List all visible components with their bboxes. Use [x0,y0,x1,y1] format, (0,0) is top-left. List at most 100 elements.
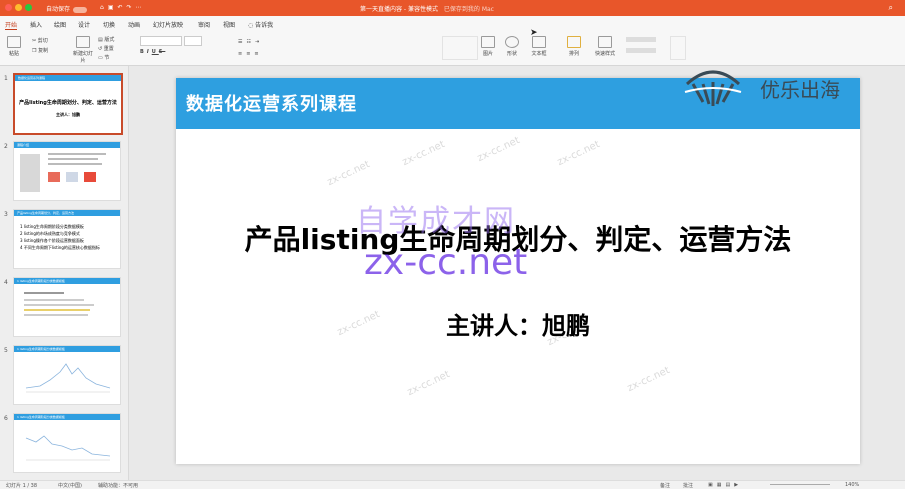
tab-animations[interactable]: 动画 [128,20,140,29]
thumbnail-text-line [24,314,88,316]
slide-thumbnail-3[interactable]: 产品listing生命周期划分、判定、运营方法 1 listing生命周期阶段分… [13,209,121,269]
thumbnail-text-line [24,292,64,294]
search-icon[interactable]: ⌕ [889,3,893,13]
layout-button[interactable]: ▤ 版式 [98,36,114,43]
normal-view-icon[interactable]: ▣ [708,482,717,488]
thumbnail-line-chart [25,363,111,393]
ribbon-toolbar: 粘贴 ✂ 剪切 ❐ 复制 新建幻灯片 ▤ 版式 ↺ 重置 ▭ 节 BIUS ☰☷… [0,31,905,66]
picture-icon [481,36,495,48]
shapes-icon [505,36,519,48]
shape-button[interactable]: 形状 [504,36,520,57]
slide-canvas[interactable]: 数据化运营系列课程 zx-cc.net zx-cc.net zx-cc.net … [176,78,860,464]
watermark-small: zx-cc.net [625,364,672,395]
new-slide-label: 新建幻灯片 [72,51,93,64]
redo-icon[interactable]: ↷ [127,4,136,11]
numbering-icon[interactable]: ☷ [246,39,254,45]
zoom-level[interactable]: 140% [845,482,859,488]
align-left-icon[interactable]: ≡ [238,51,246,57]
slide-thumbnail-5[interactable]: 1 listing生命周期阶段分类数据模板 [13,345,121,405]
view-buttons: ▣▦▤▶ [708,482,742,488]
picture-button[interactable]: 图片 [480,36,496,57]
quick-access-toolbar: ⌂▣↶↷⋯ [100,4,146,11]
thumbnail-text-line [48,163,102,165]
brand-logo-text: 优乐出海 [760,78,840,102]
watermark-small: zx-cc.net [475,134,522,165]
slide-speaker[interactable]: 主讲人：旭鹏 [176,306,860,341]
thumbnail-image [66,172,78,182]
home-icon[interactable]: ⌂ [100,4,108,11]
autosave-toggle[interactable] [73,6,88,13]
thumbnail-title: 产品listing生命周期划分、判定、运营方法 [19,100,117,106]
slideshow-view-icon[interactable]: ▶ [734,482,742,488]
shape-outline-button[interactable] [626,48,656,53]
section-button[interactable]: ▭ 节 [98,54,109,61]
watermark-url: zx-cc.net [364,242,528,283]
close-window-icon[interactable] [5,4,12,11]
slides-panel[interactable]: 1 数据化运营系列课程 产品listing生命周期划分、判定、运营方法 主讲人：… [0,66,129,480]
slide-number: 2 [4,143,8,150]
arrange-icon [567,36,581,48]
align-right-icon[interactable]: ≡ [254,51,262,57]
tab-view[interactable]: 视图 [223,20,235,29]
slide-thumbnail-1[interactable]: 数据化运营系列课程 产品listing生命周期划分、判定、运营方法 主讲人：旭鹏 [13,73,123,135]
bold-icon[interactable]: B [140,49,147,55]
document-title: 第一天直播内容 - 兼容性模式 已保存到我的 Mac [360,4,494,13]
textbox-label: 文本框 [531,51,547,57]
slide-thumbnail-6[interactable]: 1 listing生命周期阶段分类数据模板 [13,413,121,473]
cut-button[interactable]: ✂ 剪切 [32,37,48,44]
tab-transitions[interactable]: 切换 [103,20,115,29]
slide-thumbnail-4[interactable]: 1 listing生命周期阶段分类数据模板 [13,277,121,337]
reset-button[interactable]: ↺ 重置 [98,45,114,52]
shape-fill-button[interactable] [626,37,656,42]
more-icon[interactable]: ⋯ [136,4,146,11]
lightbulb-icon: ◌ [248,22,254,29]
zoom-slider[interactable] [770,484,830,485]
tab-slideshow[interactable]: 幻灯片放映 [153,20,183,29]
convert-to-smartart-button[interactable] [442,36,478,60]
thumbnail-outline-line: 1 listing生命周期阶段分类数据模板 [20,224,84,229]
thumbnail-text-line [24,309,90,311]
strikethrough-icon[interactable]: S [159,49,166,55]
designer-button[interactable] [670,36,686,60]
thumbnail-header: 产品listing生命周期划分、判定、运营方法 [14,210,120,216]
paste-button[interactable]: 粘贴 [6,36,22,57]
thumbnail-text-line [48,158,98,160]
slide-header-text: 数据化运营系列课程 [186,94,357,115]
watermark-small: zx-cc.net [405,368,452,399]
autosave[interactable]: 自动保存 [46,4,88,13]
thumbnail-header: 课程介绍 [14,142,120,148]
font-size-select[interactable] [184,36,202,46]
paste-label: 粘贴 [8,51,19,57]
underline-icon[interactable]: U [152,49,159,55]
quick-styles-label: 快速样式 [594,51,615,57]
font-name-select[interactable] [140,36,182,46]
quick-styles-button[interactable]: 快速样式 [594,36,616,57]
new-slide-button[interactable]: 新建幻灯片 [72,36,94,64]
save-status-text: 已保存到我的 Mac [443,6,494,13]
zoom-window-icon[interactable] [25,4,32,11]
tell-me[interactable]: ◌ 告诉我 [248,20,273,29]
shape-label: 形状 [506,51,517,57]
slide-number: 5 [4,347,8,354]
cut-label: 剪切 [37,38,48,44]
tab-design[interactable]: 设计 [78,20,90,29]
copy-button[interactable]: ❐ 复制 [32,47,48,54]
arrange-label: 排列 [568,51,579,57]
undo-icon[interactable]: ↶ [117,4,126,11]
tab-home[interactable]: 开始 [5,20,18,30]
thumbnail-outline-line: 4 不同生命周期下listing的运营核心数据指标 [20,245,100,250]
scissors-icon: ✂ [32,38,37,44]
slide-number: 4 [4,279,8,286]
align-buttons: ≡≡≡ [238,51,263,57]
textbox-button[interactable]: 文本框 [528,36,550,57]
indent-icon[interactable]: ⇥ [255,39,263,45]
slide-thumbnail-2[interactable]: 课程介绍 [13,141,121,201]
tab-review[interactable]: 审阅 [198,20,210,29]
arrange-button[interactable]: 排列 [566,36,582,57]
reading-view-icon[interactable]: ▤ [725,482,734,488]
tab-draw[interactable]: 绘图 [54,20,66,29]
tab-insert[interactable]: 插入 [30,20,42,29]
layout-label: 版式 [104,37,115,43]
watermark-small: zx-cc.net [555,138,602,169]
minimize-window-icon[interactable] [15,4,22,11]
